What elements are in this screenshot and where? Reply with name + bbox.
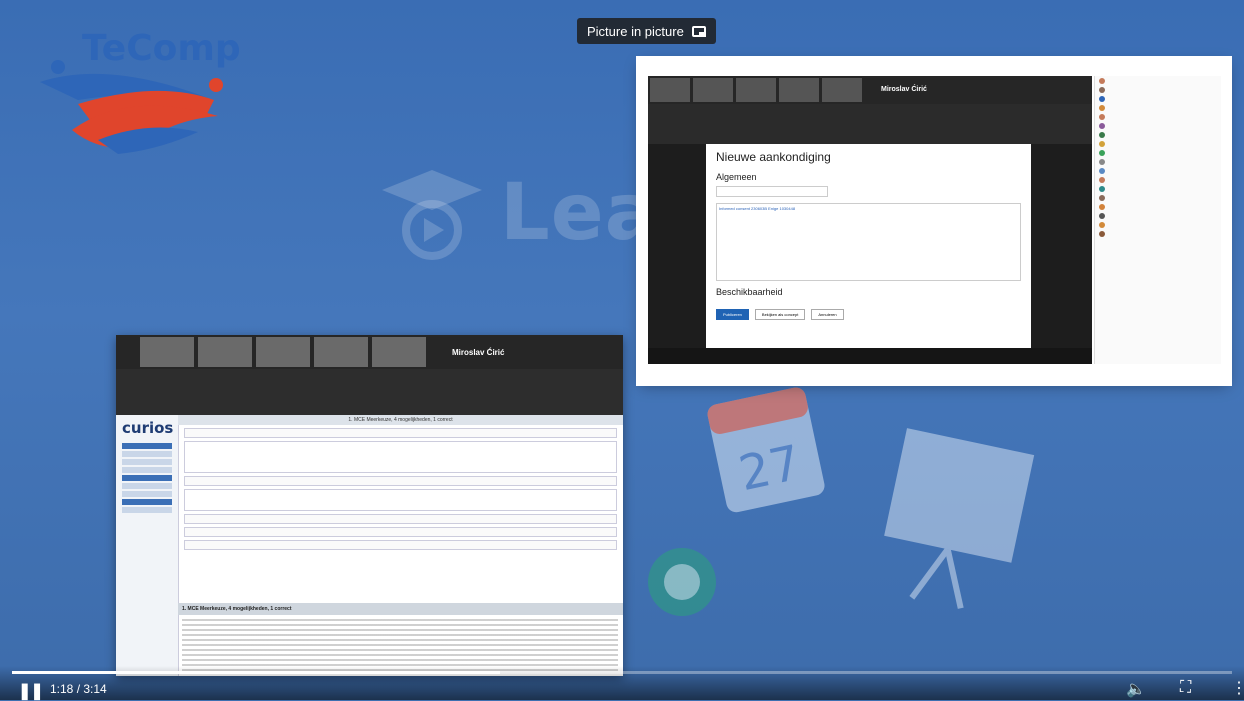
participant-row (1095, 103, 1221, 112)
participant-row (1095, 76, 1221, 85)
participant-video (822, 78, 862, 102)
participant-video (779, 78, 819, 102)
video-controls: ❚❚ 1:18 / 3:14 🔈 ⛶ ⋮ (0, 666, 1244, 700)
form-title: Nieuwe aankondiging (716, 150, 831, 164)
sidebar-item[interactable] (122, 491, 172, 497)
fullscreen-button[interactable]: ⛶ (1180, 679, 1191, 697)
sidebar-item[interactable] (122, 467, 172, 473)
participant-row (1095, 229, 1221, 238)
section-availability: Beschikbaarheid (716, 287, 783, 297)
participant-row (1095, 211, 1221, 220)
more-icon: ⋮ (1231, 680, 1244, 697)
section-general: Algemeen (716, 172, 757, 182)
announcement-form: Nieuwe aankondiging Algemeen Informed co… (706, 144, 1031, 348)
sidebar-item[interactable] (122, 475, 172, 481)
taskbar (648, 348, 1092, 364)
browser-toolbar (116, 369, 623, 415)
participant-row (1095, 166, 1221, 175)
sidebar-item[interactable] (122, 499, 172, 505)
form-row[interactable] (184, 428, 617, 438)
participant-row (1095, 202, 1221, 211)
participant-video (736, 78, 776, 102)
sidebar-item[interactable] (122, 507, 172, 513)
curios-logo: curios (122, 419, 174, 437)
form-row[interactable] (184, 476, 617, 486)
picture-in-picture-button[interactable]: Picture in picture (577, 18, 716, 44)
participants-panel (1094, 76, 1221, 364)
picture-in-picture-icon (691, 25, 706, 37)
participant-row (1095, 175, 1221, 184)
editor-link[interactable]: Informed consent 230603B Enige 1030448 (719, 206, 795, 211)
participant-video (314, 337, 368, 367)
top-share-screen: Miroslav Ćirić Nieuwe aankondiging Algem… (648, 76, 1092, 364)
volume-button[interactable]: 🔈 (1126, 679, 1146, 699)
cancel-button[interactable]: Annuleren (811, 309, 844, 320)
participant-row (1095, 157, 1221, 166)
more-button[interactable]: ⋮ (1231, 678, 1244, 698)
progress-fill (12, 671, 500, 674)
answer-option[interactable] (184, 527, 617, 537)
time-display: 1:18 / 3:14 (50, 682, 107, 696)
participant-video (198, 337, 252, 367)
participant-row (1095, 94, 1221, 103)
fullscreen-icon: ⛶ (1180, 679, 1192, 696)
pause-button[interactable]: ❚❚ (18, 681, 44, 701)
progress-bar[interactable] (12, 671, 1232, 674)
participant-row (1095, 112, 1221, 121)
participant-video (256, 337, 310, 367)
title-input[interactable] (716, 186, 828, 197)
content-editor[interactable]: Informed consent 230603B Enige 1030448 (716, 203, 1021, 281)
participant-video (650, 78, 690, 102)
badge-icon (648, 548, 716, 616)
participant-row (1095, 184, 1221, 193)
participant-video (372, 337, 426, 367)
material-text-box[interactable] (184, 441, 617, 473)
participant-row (1095, 148, 1221, 157)
presenter-name: Miroslav Ćirić (452, 347, 505, 357)
learning-cap-icon (382, 170, 482, 260)
sidebar-item[interactable] (122, 451, 172, 457)
presenter-name: Miroslav Ćirić (881, 86, 927, 93)
sidebar-item[interactable] (122, 443, 172, 449)
participant-row (1095, 139, 1221, 148)
volume-icon: 🔈 (1126, 681, 1146, 698)
participant-video (693, 78, 733, 102)
screen-share-top: Miroslav Ćirić Nieuwe aankondiging Algem… (640, 60, 1228, 382)
presentation-board-icon (884, 428, 1035, 609)
sidebar-item[interactable] (122, 483, 172, 489)
video-participants-strip: Miroslav Ćirić (116, 335, 623, 369)
pause-icon: ❚❚ (18, 683, 44, 700)
participant-row (1095, 85, 1221, 94)
pip-label: Picture in picture (587, 23, 684, 39)
participant-video (140, 337, 194, 367)
answer-option[interactable] (184, 540, 617, 550)
video-participants-strip: Miroslav Ćirić (648, 76, 1092, 104)
participant-row (1095, 130, 1221, 139)
question-text-box[interactable] (184, 489, 617, 511)
participant-row (1095, 193, 1221, 202)
preview-draft-button[interactable]: Bekijken als concept (754, 309, 806, 320)
participant-row (1095, 220, 1221, 229)
publish-button[interactable]: Publiceren (716, 309, 749, 320)
curios-sidebar: curios (116, 415, 179, 676)
browser-toolbar (648, 104, 1092, 144)
sidebar-item[interactable] (122, 459, 172, 465)
calendar-icon: 27 (707, 387, 825, 513)
answer-option[interactable] (184, 514, 617, 524)
preview-title: 1. MCE Meerkeuze, 4 mogelijkheden, 1 cor… (178, 603, 623, 615)
logo-text: TeComp (82, 28, 241, 69)
preview-text (182, 619, 618, 671)
participant-row (1095, 121, 1221, 130)
question-title: 1. MCE Meerkeuze, 4 mogelijkheden, 1 cor… (178, 415, 623, 425)
curios-app: curios 1. MCE Meerkeuze, 4 mogelijkheden… (116, 415, 623, 676)
screen-share-bottom: Miroslav Ćirić curios 1. MCE Meerkeuze, … (116, 335, 623, 676)
